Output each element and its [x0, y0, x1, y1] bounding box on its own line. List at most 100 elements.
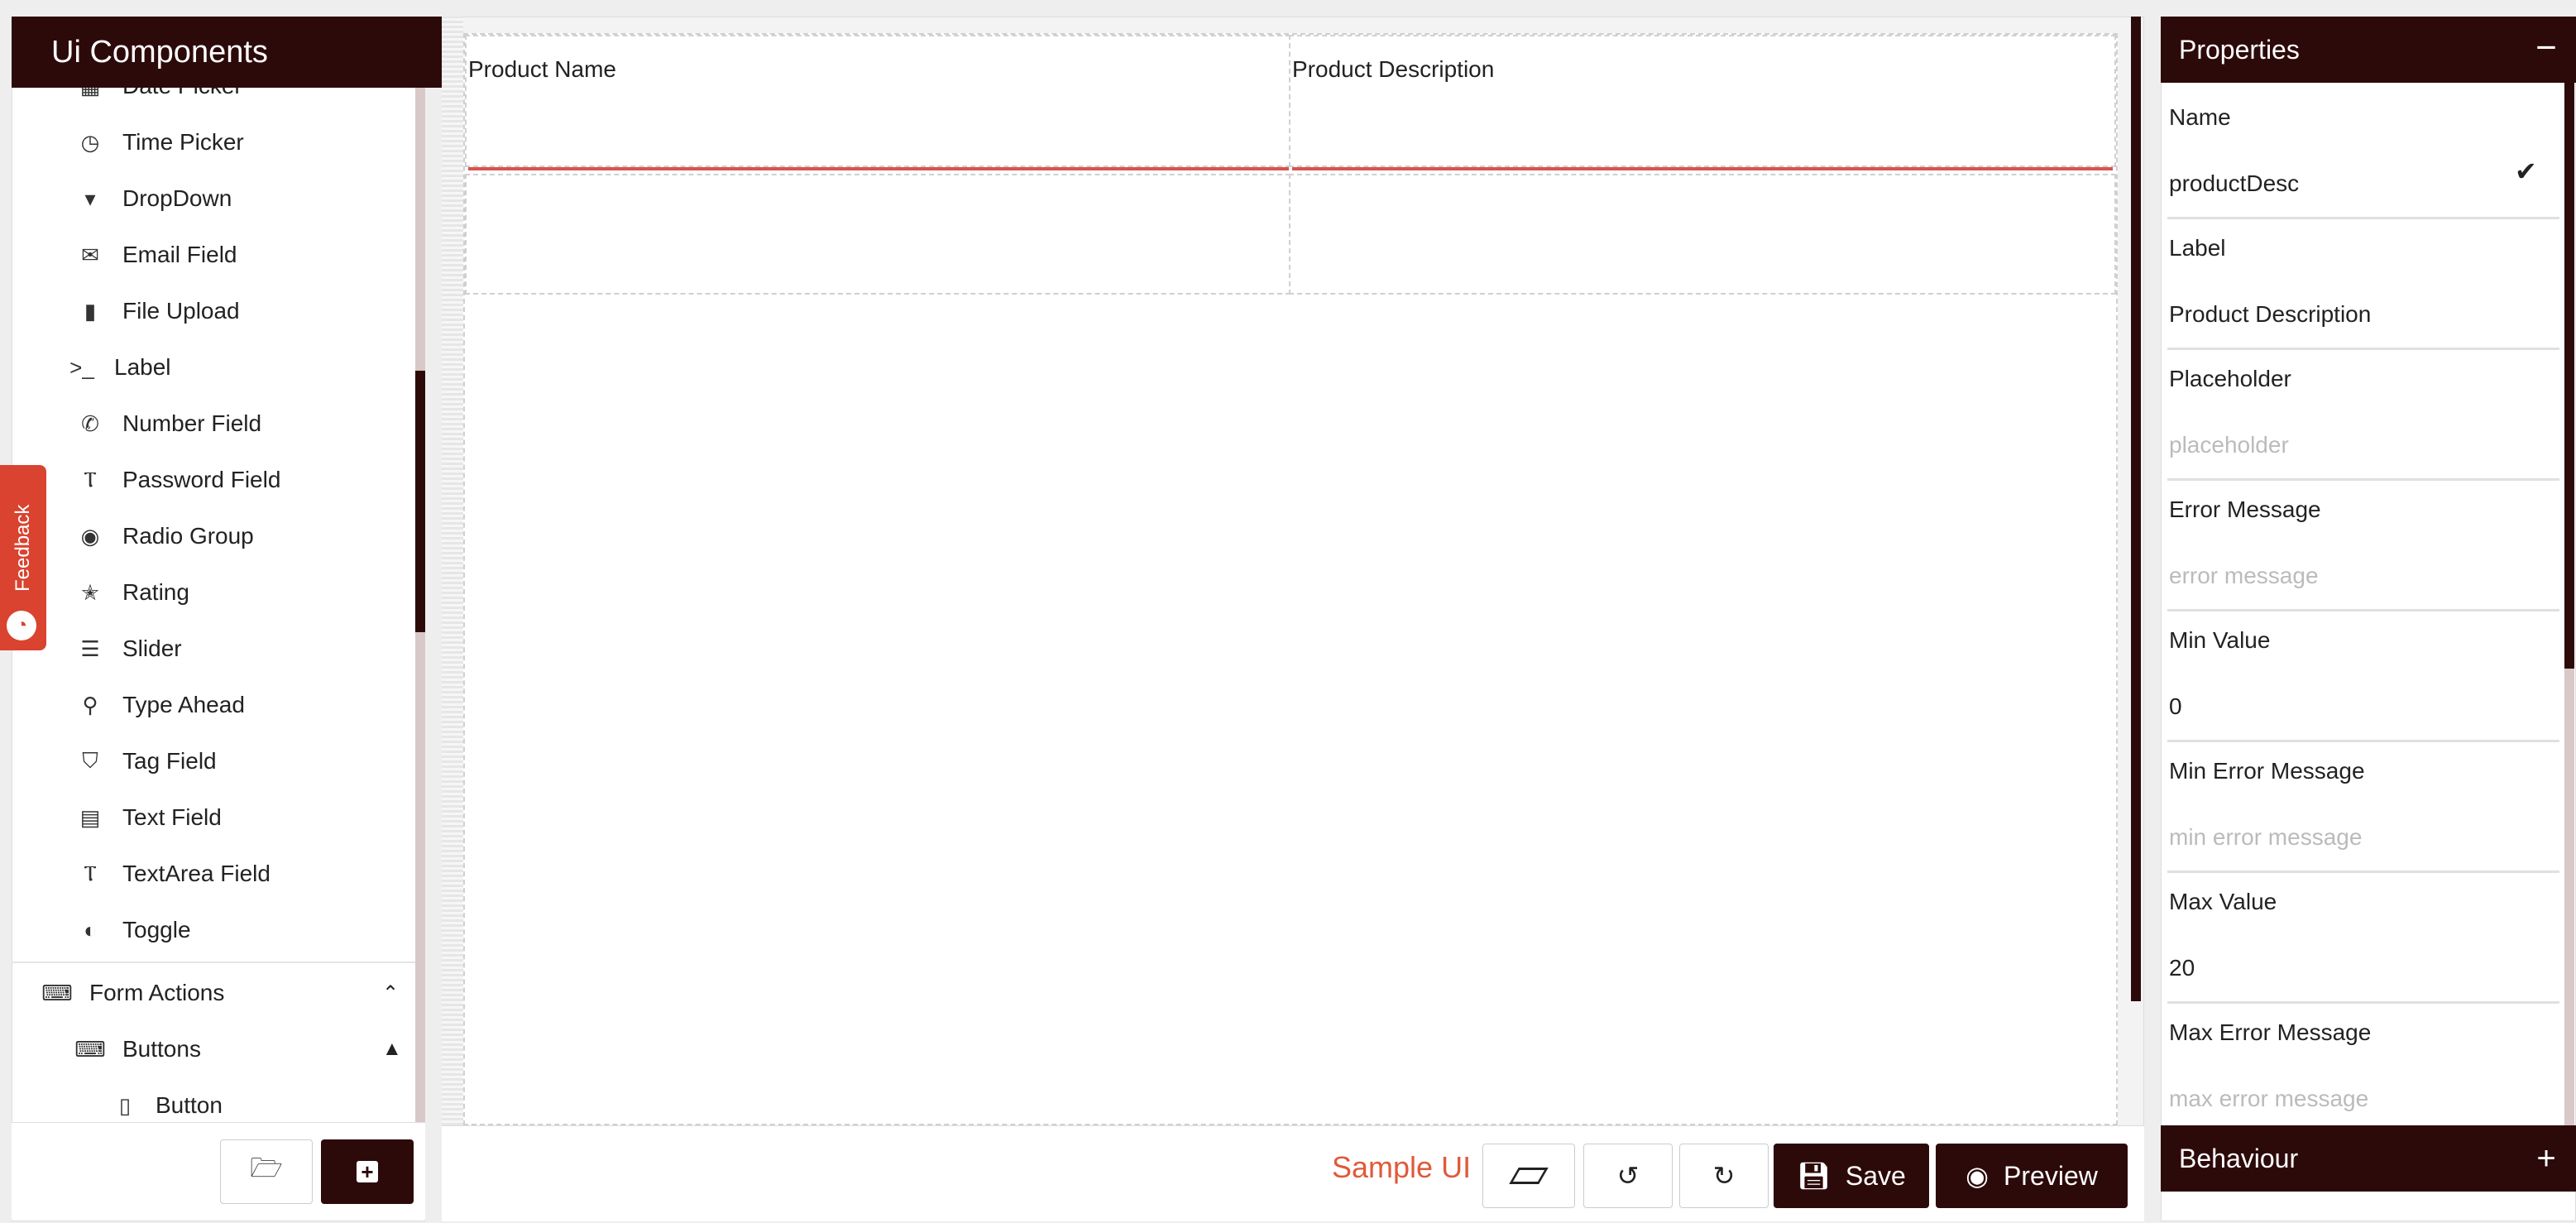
- redo-button[interactable]: ↻: [1679, 1144, 1769, 1208]
- property-input[interactable]: error message: [2169, 563, 2319, 589]
- sliders-icon: ☰: [80, 635, 100, 661]
- property-input[interactable]: 20: [2169, 955, 2195, 981]
- grid-cell-product-name[interactable]: [465, 35, 1290, 167]
- component-item-label: Tag Field: [122, 748, 217, 774]
- component-item-label: Time Picker: [122, 129, 244, 155]
- dropdown-icon: ▾: [84, 185, 96, 211]
- component-item[interactable]: Ⲧ Password Field: [12, 452, 419, 508]
- component-item-label: Toggle: [122, 917, 191, 942]
- component-item[interactable]: ▾ DropDown: [12, 170, 419, 227]
- property-label: Error Message: [2169, 496, 2321, 522]
- buttons-group[interactable]: ⌨ Buttons ▲: [12, 1021, 419, 1077]
- chevron-up-icon[interactable]: ⌃: [382, 981, 399, 1005]
- properties-title[interactable]: Properties: [2161, 17, 2576, 83]
- check-icon: ✔: [2515, 156, 2537, 186]
- ui-components-title: Ui Components: [12, 17, 472, 88]
- property-input-underline: [2167, 870, 2559, 873]
- undo-icon: ↺: [1616, 1161, 1640, 1191]
- product-name-field-underline: [468, 167, 1289, 170]
- file-icon: ▮: [84, 298, 97, 324]
- component-item-label: Date Picker: [122, 88, 242, 99]
- envelope-icon: ✉: [81, 242, 99, 267]
- component-list-scroll-thumb[interactable]: [415, 371, 425, 632]
- component-item[interactable]: ✉ Email Field: [12, 227, 419, 283]
- properties-scroll-thumb[interactable]: [2564, 83, 2574, 669]
- component-item-label: Number Field: [122, 410, 262, 436]
- component-item-label: Email Field: [122, 242, 237, 267]
- component-item-label: Text Field: [122, 804, 222, 830]
- component-item[interactable]: ◉ Radio Group: [12, 508, 419, 564]
- folder-open-icon: 🗁: [250, 1153, 283, 1182]
- caret-up-icon[interactable]: ▲: [382, 1038, 402, 1061]
- component-item[interactable]: ⚲ Type Ahead: [12, 677, 419, 733]
- grid-cell-empty-2[interactable]: [1289, 174, 2116, 295]
- buttons-label: Buttons: [122, 1036, 201, 1062]
- component-item[interactable]: ☰ Slider: [12, 621, 419, 677]
- component-item[interactable]: ✆ Number Field: [12, 396, 419, 452]
- preview-button[interactable]: ◉ Preview: [1936, 1144, 2128, 1208]
- clock-icon: ◷: [80, 129, 100, 155]
- clear-button[interactable]: [1482, 1144, 1575, 1208]
- component-item-label: Password Field: [122, 467, 281, 492]
- expand-behaviour-icon[interactable]: +: [2526, 1125, 2566, 1192]
- property-input[interactable]: max error message: [2169, 1086, 2368, 1112]
- undo-button[interactable]: ↺: [1583, 1144, 1673, 1208]
- component-item[interactable]: ◷ Time Picker: [12, 114, 419, 170]
- property-input-underline: [2167, 478, 2559, 481]
- feedback-icon: ◔: [7, 611, 36, 640]
- add-component-button[interactable]: +: [321, 1139, 414, 1204]
- feedback-label: Feedback: [12, 504, 34, 592]
- component-item[interactable]: >_ Label: [12, 339, 419, 396]
- left-footer: 🗁 +: [12, 1122, 425, 1220]
- grid-cell-product-description[interactable]: [1289, 35, 2116, 167]
- column-label-product-description[interactable]: Product Description: [1292, 56, 1494, 83]
- toggle-icon: ◐: [84, 917, 97, 942]
- component-item[interactable]: ✭ Rating: [12, 564, 419, 621]
- component-item[interactable]: ▦ Date Picker: [12, 88, 419, 114]
- component-item-label: DropDown: [122, 185, 232, 211]
- collapse-properties-icon[interactable]: −: [2526, 17, 2566, 83]
- component-item[interactable]: Ⲧ TextArea Field: [12, 846, 419, 902]
- component-item-label: Type Ahead: [122, 692, 245, 717]
- canvas-scrollbar[interactable]: [2131, 17, 2141, 1001]
- text-cursor-icon: Ⲧ: [84, 467, 97, 492]
- behaviour-section-header[interactable]: Behaviour: [2161, 1125, 2576, 1192]
- property-label: Max Error Message: [2169, 1019, 2372, 1045]
- form-grid[interactable]: Product Name Product Description: [463, 33, 2118, 1125]
- text-cursor-icon: Ⲧ: [84, 861, 97, 885]
- property-input-underline: [2167, 609, 2559, 612]
- component-item-label: Radio Group: [122, 523, 254, 549]
- property-input[interactable]: Product Description: [2169, 301, 2371, 328]
- save-button[interactable]: 💾︎ Save: [1774, 1144, 1929, 1208]
- property-label: Placeholder: [2169, 366, 2291, 391]
- component-item-label: Rating: [122, 579, 189, 605]
- component-item[interactable]: ⛉ Tag Field: [12, 733, 419, 789]
- property-input[interactable]: placeholder: [2169, 432, 2289, 458]
- component-item-label: TextArea Field: [122, 861, 271, 886]
- terminal-icon: >_: [69, 354, 94, 380]
- property-input[interactable]: min error message: [2169, 824, 2362, 851]
- keyboard-icon: ⌨: [41, 980, 73, 1005]
- eye-icon: ◉: [1966, 1161, 1989, 1191]
- eraser-icon: [1509, 1168, 1549, 1184]
- component-item[interactable]: ◐ Toggle: [12, 902, 419, 958]
- property-label: Min Error Message: [2169, 758, 2365, 784]
- component-item[interactable]: ▮ File Upload: [12, 283, 419, 339]
- component-item[interactable]: ▤ Text Field: [12, 789, 419, 846]
- column-label-product-name[interactable]: Product Name: [468, 56, 616, 83]
- grid-cell-empty-1[interactable]: [465, 174, 1290, 295]
- plus-square-icon: +: [357, 1161, 378, 1182]
- calendar-icon: ▦: [78, 88, 103, 98]
- floppy-disk-icon: 💾︎: [1797, 1161, 1831, 1191]
- feedback-tab[interactable]: Feedback ◔: [0, 465, 46, 650]
- component-item-button[interactable]: ▯ Button: [12, 1077, 419, 1122]
- property-label: Label: [2169, 235, 2226, 261]
- property-input-underline: [2167, 740, 2559, 742]
- open-folder-button[interactable]: 🗁: [220, 1139, 313, 1204]
- search-icon: ⚲: [82, 692, 98, 717]
- form-actions-group[interactable]: ⌨ Form Actions ⌃: [12, 965, 419, 1021]
- preview-label: Preview: [2004, 1160, 2098, 1191]
- property-input[interactable]: productDesc: [2169, 170, 2299, 197]
- property-input[interactable]: 0: [2169, 693, 2182, 720]
- section-divider: [12, 962, 419, 963]
